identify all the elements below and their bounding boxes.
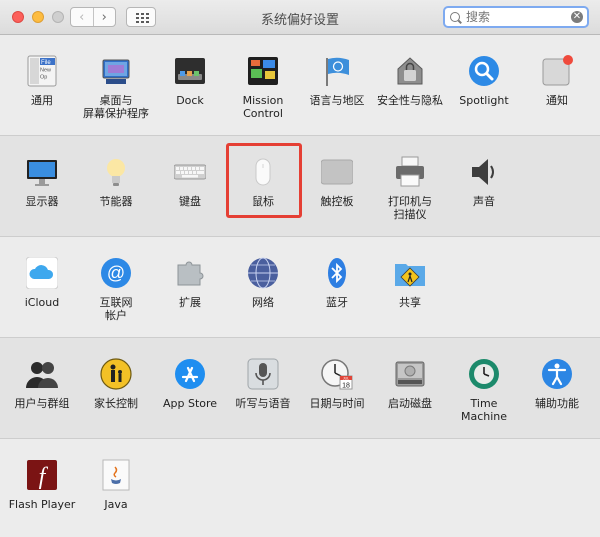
search-input[interactable]: [466, 9, 566, 25]
pane-label: 桌面与 屏幕保护程序: [83, 94, 149, 120]
pane-label: 启动磁盘: [388, 397, 432, 410]
pane-label: 显示器: [25, 195, 59, 208]
pane-label: 打印机与 扫描仪: [388, 195, 432, 221]
general-icon: File New Op: [27, 55, 57, 87]
keyboard-icon: [174, 164, 206, 180]
mouse-icon: [255, 158, 271, 186]
pane-label: 节能器: [99, 195, 133, 208]
time-machine-icon: [469, 359, 499, 389]
pane-label: Mission Control: [242, 94, 284, 120]
svg-text:File: File: [41, 60, 51, 66]
minimize-window-button[interactable]: [32, 11, 44, 23]
pane-label: 家长控制: [94, 397, 138, 410]
pane-label: iCloud: [24, 296, 60, 309]
pane-label: 鼠标: [252, 195, 274, 208]
preferences-section-hardware: 显示器 节能器 键盘 鼠标 触控板 打印机与 扫描仪 声音: [0, 136, 600, 237]
clear-search-icon[interactable]: ✕: [571, 11, 583, 23]
displays-icon: [27, 160, 57, 186]
pane-label: Dock: [176, 94, 204, 107]
preferences-section-personal: File New Op 通用 桌面与 屏幕保护程序 Dock Mission C…: [0, 35, 600, 136]
forward-button[interactable]: ›: [94, 8, 116, 26]
java-icon: [102, 459, 130, 491]
pane-label: 扩展: [179, 296, 201, 309]
dock-icon: [175, 58, 205, 84]
sharing-icon: [395, 264, 425, 287]
dictation-speech-icon: [247, 358, 279, 390]
navigation-buttons: ‹ ›: [70, 7, 116, 27]
svg-text:New: New: [40, 68, 51, 74]
mission-control-icon: [248, 57, 278, 85]
back-button[interactable]: ‹: [71, 8, 94, 26]
app-store-icon: [175, 359, 205, 389]
spotlight-icon: [469, 56, 499, 86]
preferences-section-internet: iCloud @ 互联网 帐户 扩展 网络 蓝牙 共享: [0, 237, 600, 338]
trackpad-icon: [321, 159, 353, 185]
notifications-icon: [542, 55, 573, 86]
parental-controls-icon: [100, 358, 132, 390]
startup-disk-icon: [395, 361, 425, 387]
icloud-icon: [26, 257, 58, 289]
energy-saver-icon: [107, 159, 125, 186]
svg-text:JUL: JUL: [343, 376, 349, 380]
security-privacy-icon: [397, 57, 423, 85]
pane-label: 通知: [546, 94, 568, 107]
internet-accounts-icon: @: [101, 258, 131, 288]
preferences-section-system: 用户与群组 家长控制 App Store 听写与语音 JUL 18 日期与时间 …: [0, 338, 600, 439]
search-icon: [450, 12, 460, 22]
pane-label: Time Machine: [460, 397, 508, 423]
pane-label: 用户与群组: [14, 397, 70, 410]
preferences-section-other: f Flash Player Java: [0, 439, 600, 537]
show-all-button[interactable]: [126, 7, 156, 27]
network-icon: [248, 257, 278, 289]
system-preferences-window: ‹ › 系统偏好设置 ✕ File New Op 通用: [0, 0, 600, 537]
sound-icon: [472, 159, 494, 185]
pane-label: Java: [104, 498, 128, 511]
pane-label: 辅助功能: [535, 397, 579, 410]
pane-label: 共享: [399, 296, 421, 309]
pane-label: Spotlight: [459, 94, 509, 107]
users-groups-icon: [26, 362, 58, 388]
date-time-icon: JUL 18: [321, 359, 353, 390]
pane-label: 互联网 帐户: [99, 296, 133, 322]
pane-label: 通用: [31, 94, 53, 107]
bluetooth-icon: [328, 258, 346, 288]
flash-player-icon: f: [27, 460, 57, 490]
language-region-icon: [326, 57, 349, 86]
close-window-button[interactable]: [12, 11, 24, 23]
desktop-screensaver-icon: [102, 59, 130, 84]
pane-label: 日期与时间: [309, 397, 365, 410]
zoom-window-button[interactable]: [52, 11, 64, 23]
accessibility-icon: [542, 359, 572, 389]
pane-label: 语言与地区: [309, 94, 365, 107]
search-field[interactable]: ✕: [443, 6, 589, 28]
extensions-icon: [177, 261, 204, 286]
pane-label: 网络: [252, 296, 274, 309]
title-bar: ‹ › 系统偏好设置 ✕: [0, 0, 600, 35]
pane-label: App Store: [162, 397, 218, 410]
pane-label: 触控板: [320, 195, 354, 208]
pane-label: 蓝牙: [326, 296, 348, 309]
svg-text:Op: Op: [40, 75, 47, 81]
svg-text:@: @: [107, 263, 125, 283]
pane-label: 安全性与隐私: [377, 94, 443, 107]
pane-label: 键盘: [179, 195, 201, 208]
pane-label: Flash Player: [8, 498, 76, 511]
printers-scanners-icon: [396, 156, 424, 187]
pane-label: 声音: [473, 195, 495, 208]
pane-label: 听写与语音: [235, 397, 291, 410]
svg-text:18: 18: [342, 383, 350, 390]
